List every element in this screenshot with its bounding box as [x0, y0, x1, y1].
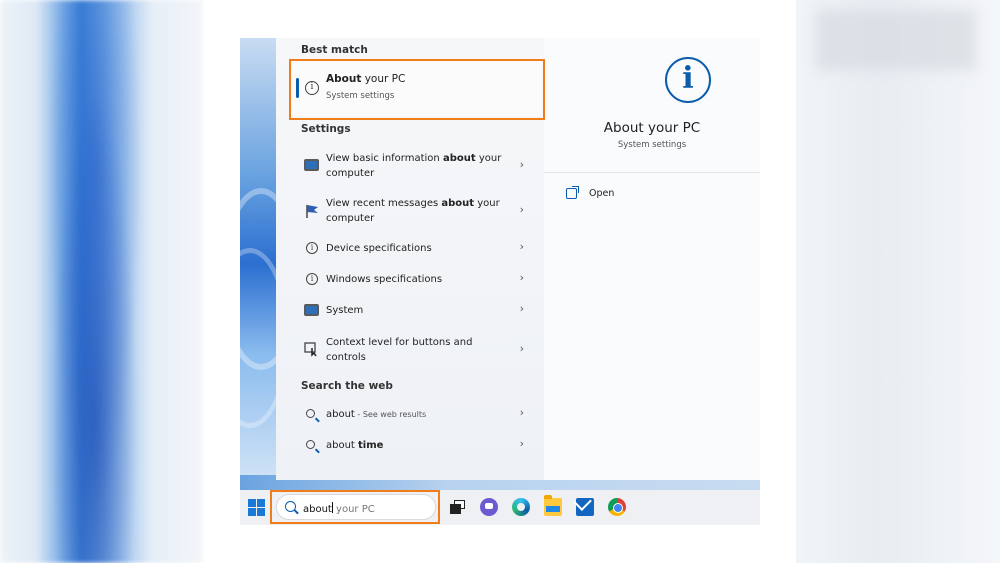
chevron-right-icon: ›	[519, 203, 524, 216]
detail-subtitle: System settings	[617, 140, 687, 150]
settings-item-label: System	[326, 305, 364, 316]
settings-heading: Settings	[301, 123, 351, 135]
open-external-icon[interactable]	[566, 186, 579, 199]
chevron-right-icon: ›	[519, 342, 524, 355]
chat-icon[interactable]	[480, 498, 498, 516]
windows-logo-tile	[248, 508, 256, 516]
settings-item-label: Windows specifications	[326, 274, 443, 285]
settings-item-label: Device specifications	[326, 243, 432, 254]
chevron-right-icon: ›	[519, 158, 524, 171]
highlight-box-best-match	[289, 59, 545, 120]
web-result-label: about time	[326, 440, 384, 451]
settings-item-view-recent-messages[interactable]: View recent messages about your computer…	[292, 191, 542, 231]
search-icon	[306, 409, 315, 418]
best-match-heading: Best match	[301, 44, 368, 56]
info-icon: i	[665, 57, 711, 103]
desktop-wallpaper	[240, 38, 302, 490]
result-detail-pane: i About your PC System settings Open	[544, 38, 760, 480]
settings-item-windows-specifications[interactable]: i Windows specifications ›	[292, 269, 542, 293]
chevron-right-icon: ›	[519, 302, 524, 315]
search-the-web-heading: Search the web	[301, 380, 393, 392]
open-action[interactable]: Open	[589, 188, 614, 199]
task-view-icon[interactable]	[448, 498, 466, 516]
highlight-box-search	[270, 490, 440, 524]
divider	[544, 172, 760, 173]
detail-title: About your PC	[603, 120, 701, 136]
settings-item-context-level[interactable]: Context level for buttons and controls ›	[292, 330, 542, 370]
monitor-icon	[304, 304, 319, 316]
info-icon: i	[306, 242, 318, 254]
web-result-about[interactable]: about - See web results ›	[292, 404, 542, 428]
windows-logo-tile	[257, 508, 265, 516]
chevron-right-icon: ›	[519, 406, 524, 419]
flag-icon	[306, 205, 318, 218]
mail-icon[interactable]	[576, 498, 594, 516]
settings-item-system[interactable]: System ›	[292, 300, 542, 324]
blurred-background-left	[0, 0, 203, 563]
settings-item-view-basic-info[interactable]: View basic information about your comput…	[292, 146, 542, 186]
web-result-about-time[interactable]: about time ›	[292, 435, 542, 459]
start-button[interactable]	[248, 499, 265, 516]
blurred-background-right	[796, 0, 1000, 563]
touch-icon	[304, 342, 317, 357]
chevron-right-icon: ›	[519, 437, 524, 450]
edge-icon[interactable]	[512, 498, 530, 516]
info-icon: i	[306, 273, 318, 285]
windows-logo-tile	[248, 499, 256, 507]
settings-item-label: View basic information about your comput…	[326, 153, 502, 179]
web-result-label: about - See web results	[326, 409, 427, 420]
settings-item-device-specifications[interactable]: i Device specifications ›	[292, 238, 542, 262]
chrome-icon[interactable]	[608, 498, 626, 516]
search-icon	[306, 440, 315, 449]
chevron-right-icon: ›	[519, 240, 524, 253]
chevron-right-icon: ›	[519, 271, 524, 284]
settings-item-label: Context level for buttons and controls	[326, 337, 473, 363]
settings-item-label: View recent messages about your computer	[326, 198, 500, 224]
file-explorer-icon[interactable]	[544, 495, 562, 516]
monitor-icon	[304, 159, 319, 171]
windows-logo-tile	[257, 499, 265, 507]
